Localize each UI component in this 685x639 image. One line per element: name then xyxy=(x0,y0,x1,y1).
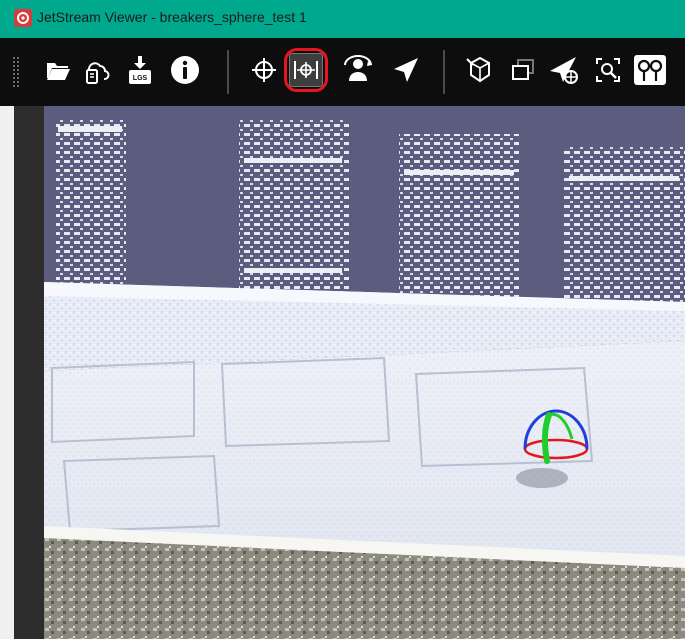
orbit-icon[interactable] xyxy=(246,52,282,88)
main-toolbar: LGS xyxy=(0,38,685,106)
measure-target-icon[interactable] xyxy=(546,52,582,88)
viewer-left-panel xyxy=(14,106,44,639)
fit-view-icon xyxy=(289,53,323,87)
open-folder-icon[interactable] xyxy=(40,52,76,88)
zoom-box-icon[interactable] xyxy=(590,52,626,88)
point-cloud-viewport[interactable] xyxy=(44,106,685,639)
toolbar-separator xyxy=(443,50,445,94)
app-logo-icon xyxy=(14,9,32,27)
cube-view-icon[interactable] xyxy=(462,52,498,88)
toolbar-grip[interactable] xyxy=(12,56,20,88)
svg-text:LGS: LGS xyxy=(133,75,148,82)
lgs-export-icon[interactable]: LGS xyxy=(122,52,158,88)
navigate-arrow-icon[interactable] xyxy=(388,52,424,88)
window-view-icon[interactable] xyxy=(505,52,541,88)
walk-mode-icon[interactable] xyxy=(340,52,376,88)
fit-view-button[interactable] xyxy=(284,48,328,92)
window-title: JetStream Viewer - breakers_sphere_test … xyxy=(37,9,307,25)
window-frame xyxy=(0,106,14,639)
setup-pair-icon[interactable] xyxy=(632,52,668,88)
toolbar-separator xyxy=(227,50,229,94)
point-cloud-scene xyxy=(44,106,685,639)
title-bar: JetStream Viewer - breakers_sphere_test … xyxy=(0,0,685,38)
cloud-connect-icon[interactable] xyxy=(78,52,114,88)
info-icon[interactable] xyxy=(167,52,203,88)
